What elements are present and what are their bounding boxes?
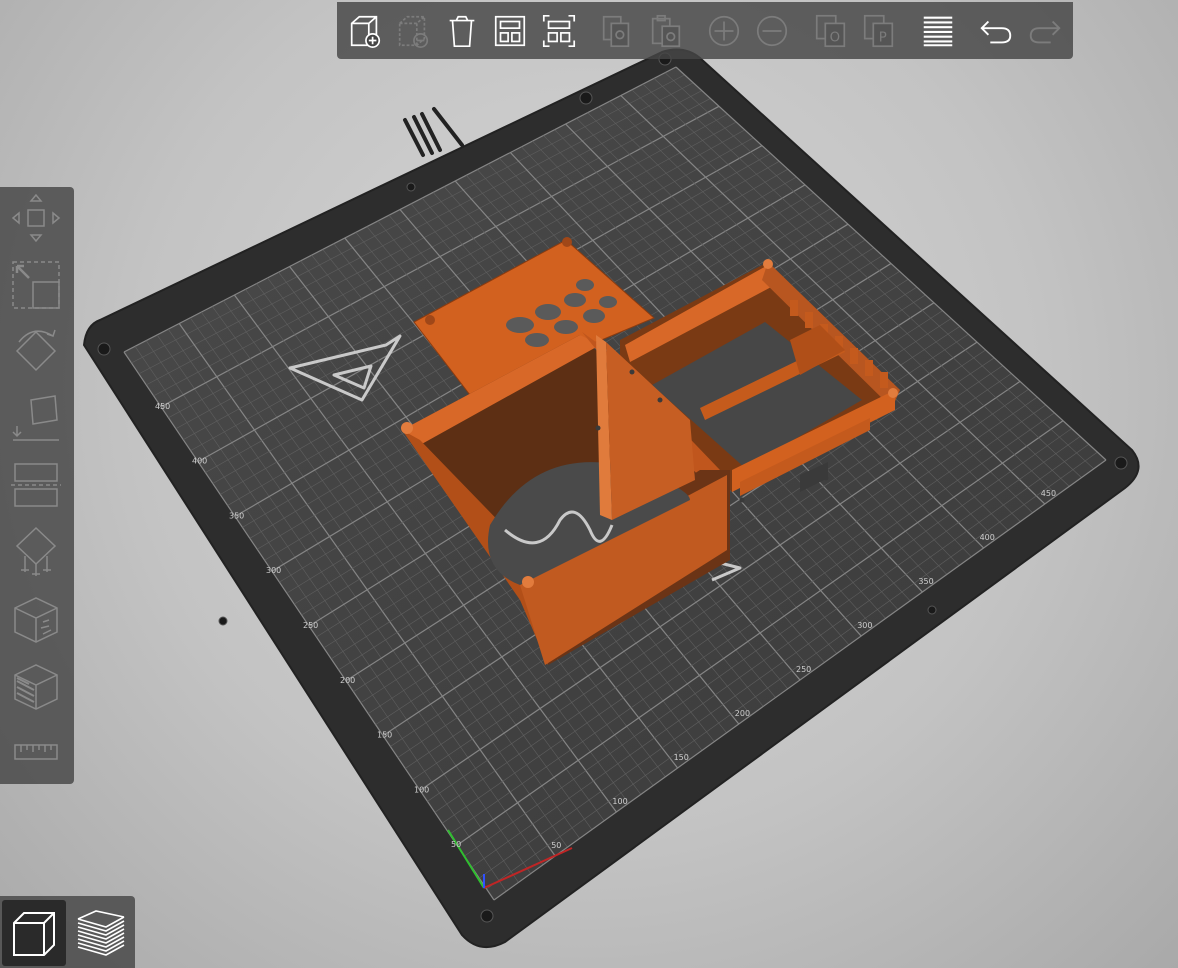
x-axis-tick-label: 450 bbox=[1041, 489, 1056, 498]
layers-edit-icon bbox=[923, 16, 952, 46]
remove-instance-button[interactable] bbox=[752, 9, 792, 53]
split-objects-button[interactable]: O bbox=[811, 9, 851, 53]
split-parts-icon: P bbox=[864, 14, 894, 47]
undo-button[interactable] bbox=[976, 9, 1016, 53]
x-axis-tick-label: 100 bbox=[612, 797, 627, 806]
view-switcher bbox=[0, 896, 135, 968]
arrange-selection-icon bbox=[542, 14, 575, 47]
delete-all-button[interactable] bbox=[442, 9, 482, 53]
mmu-segmentation-icon bbox=[14, 664, 58, 710]
paste-button[interactable] bbox=[646, 9, 686, 53]
y-axis-tick-label: 50 bbox=[451, 840, 461, 849]
split-parts-button[interactable]: P bbox=[859, 9, 899, 53]
plus-circle-icon bbox=[708, 15, 740, 46]
x-axis-tick-label: 50 bbox=[551, 841, 561, 850]
y-axis-tick-label: 300 bbox=[266, 566, 281, 575]
add-object-button[interactable] bbox=[345, 9, 385, 53]
split-objects-icon: O bbox=[815, 14, 846, 47]
rotate-gizmo-button[interactable] bbox=[8, 323, 64, 379]
seam-paint-button[interactable] bbox=[8, 591, 64, 647]
place-on-face-gizmo-button[interactable] bbox=[8, 389, 64, 445]
redo-icon bbox=[1029, 20, 1061, 43]
y-axis-tick-label: 100 bbox=[414, 785, 429, 794]
add-instance-button[interactable] bbox=[704, 9, 744, 53]
undo-icon bbox=[980, 20, 1012, 43]
y-axis-tick-label: 400 bbox=[192, 457, 207, 466]
supports-paint-button[interactable] bbox=[8, 523, 64, 579]
bed-cables bbox=[403, 107, 464, 157]
trash-icon bbox=[449, 15, 475, 47]
y-axis-tick-label: 200 bbox=[340, 676, 355, 685]
x-axis-tick-label: 150 bbox=[674, 753, 689, 762]
move-gizmo-button[interactable] bbox=[8, 190, 64, 246]
place-on-face-icon bbox=[12, 395, 59, 441]
3d-viewport[interactable]: 50 50 100 100 150 150 200 200 250 250 300 300 350 350… bbox=[0, 0, 1178, 968]
x-axis-tick-label: 200 bbox=[735, 709, 750, 718]
arrange-button[interactable] bbox=[490, 9, 530, 53]
layers-preview-icon bbox=[77, 910, 125, 956]
y-axis-tick-label: 450 bbox=[155, 402, 170, 411]
paste-icon bbox=[651, 14, 680, 47]
copy-icon bbox=[602, 15, 630, 47]
delete-object-button[interactable] bbox=[393, 9, 433, 53]
main-toolbar: O P bbox=[337, 2, 1073, 59]
y-axis-tick-label: 350 bbox=[229, 511, 244, 520]
arrange-icon bbox=[495, 15, 526, 46]
seam-icon bbox=[14, 597, 58, 643]
y-axis-tick-label: 250 bbox=[303, 621, 318, 630]
layers-editing-button[interactable] bbox=[918, 9, 958, 53]
rotate-icon bbox=[15, 329, 57, 372]
ruler-icon bbox=[14, 744, 58, 760]
x-axis-tick-label: 400 bbox=[980, 533, 995, 542]
svg-text:P: P bbox=[879, 30, 887, 45]
view-3d-button[interactable] bbox=[2, 900, 66, 966]
delete-object-icon bbox=[399, 15, 429, 48]
x-axis-tick-label: 300 bbox=[857, 621, 872, 630]
scale-gizmo-button[interactable] bbox=[8, 257, 64, 313]
arrange-selection-button[interactable] bbox=[539, 9, 579, 53]
minus-circle-icon bbox=[757, 15, 788, 46]
scale-icon bbox=[12, 261, 60, 309]
move-icon bbox=[11, 193, 61, 243]
gizmo-toolbar bbox=[0, 187, 74, 784]
cube-3d-view-icon bbox=[13, 912, 55, 956]
cut-gizmo-button[interactable] bbox=[8, 457, 64, 513]
mmu-paint-button[interactable] bbox=[8, 658, 64, 714]
measure-tool-button[interactable] bbox=[8, 724, 64, 780]
copy-button[interactable] bbox=[597, 9, 637, 53]
supports-icon bbox=[15, 526, 57, 576]
y-axis-tick-label: 150 bbox=[377, 731, 392, 740]
x-axis-tick-label: 250 bbox=[796, 665, 811, 674]
x-axis-tick-label: 350 bbox=[918, 577, 933, 586]
cut-icon bbox=[11, 463, 61, 507]
svg-text:O: O bbox=[829, 30, 839, 45]
redo-button[interactable] bbox=[1025, 9, 1065, 53]
preview-button[interactable] bbox=[68, 900, 132, 966]
add-object-icon bbox=[350, 15, 381, 48]
